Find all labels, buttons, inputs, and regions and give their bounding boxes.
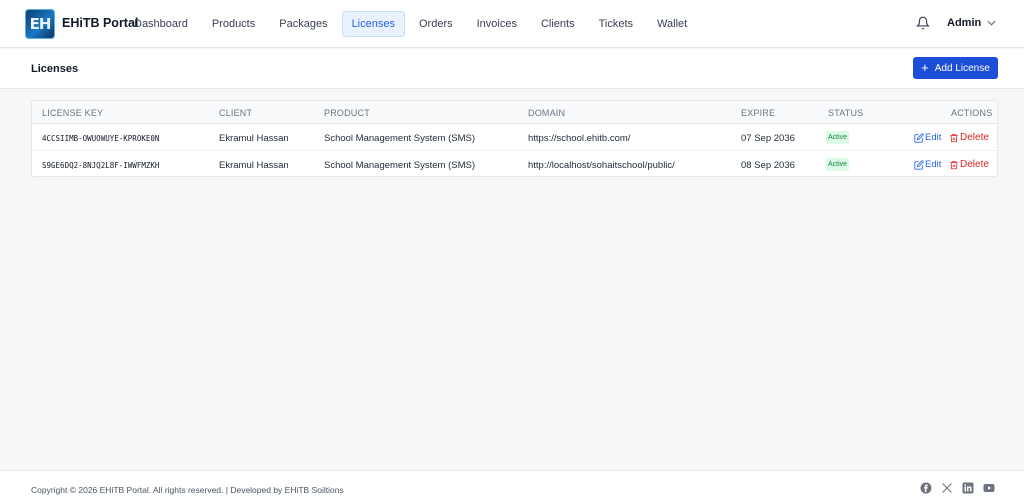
nav-orders[interactable]: Orders: [409, 11, 463, 37]
youtube-icon[interactable]: [983, 482, 995, 494]
edit-icon: [914, 159, 924, 170]
edit-label: Edit: [925, 159, 942, 170]
nav-dashboard[interactable]: Dashboard: [124, 11, 198, 37]
social-links: [920, 482, 1004, 494]
license-key-cell: S9GE6DQ2-8NJQ2L8F-IWWFMZKH: [42, 161, 160, 170]
col-product: PRODUCT: [324, 108, 370, 118]
plus-icon: +: [921, 60, 929, 75]
x-twitter-icon[interactable]: [941, 482, 953, 494]
delete-label: Delete: [960, 159, 989, 170]
top-navbar: EH EHiTB Portal Dashboard Products Packa…: [0, 0, 1024, 48]
page-title: Licenses: [31, 63, 79, 75]
nav-wallet[interactable]: Wallet: [647, 11, 697, 37]
col-status: STATUS: [828, 108, 864, 118]
edit-button[interactable]: Edit: [914, 132, 941, 143]
add-license-label: Add License: [934, 62, 990, 74]
main-nav: Dashboard Products Packages Licenses Ord…: [124, 11, 701, 37]
col-license-key: LICENSE KEY: [42, 108, 104, 118]
table-row: S9GE6DQ2-8NJQ2L8F-IWWFMZKH Ekramul Hassa…: [32, 151, 997, 176]
col-expire: EXPIRE: [741, 108, 776, 118]
col-domain: DOMAIN: [528, 108, 566, 118]
nav-products[interactable]: Products: [202, 11, 265, 37]
trash-icon: [950, 160, 958, 169]
chevron-down-icon: [987, 20, 996, 26]
user-name: Admin: [947, 17, 982, 29]
col-client: CLIENT: [219, 108, 253, 118]
edit-label: Edit: [925, 132, 942, 143]
user-menu[interactable]: Admin: [947, 17, 996, 29]
brand-logo[interactable]: EH: [25, 9, 55, 39]
client-cell: Ekramul Hassan: [219, 133, 289, 144]
expire-cell: 08 Sep 2036: [741, 160, 795, 171]
bell-icon[interactable]: [916, 15, 930, 31]
delete-button[interactable]: Delete: [949, 132, 989, 143]
col-actions: ACTIONS: [951, 108, 993, 118]
nav-packages[interactable]: Packages: [269, 11, 337, 37]
page-header: Licenses + Add License: [0, 49, 1024, 89]
product-cell: School Management System (SMS): [324, 133, 476, 144]
facebook-icon[interactable]: [920, 482, 932, 494]
status-badge: Active: [826, 131, 850, 144]
delete-label: Delete: [960, 132, 989, 143]
product-cell: School Management System (SMS): [324, 160, 476, 171]
license-key-cell: 4CCSIIMB-OWUOWUYE-KPROKE0N: [42, 134, 160, 143]
nav-tickets[interactable]: Tickets: [589, 11, 643, 37]
expire-cell: 07 Sep 2036: [741, 133, 795, 144]
footer: Copyright © 2026 EHiTB Portal. All right…: [0, 470, 1024, 503]
nav-clients[interactable]: Clients: [531, 11, 585, 37]
copyright-text: Copyright © 2026 EHiTB Portal. All right…: [31, 485, 344, 495]
add-license-button[interactable]: + Add License: [913, 57, 998, 79]
status-badge: Active: [826, 158, 850, 171]
domain-cell: http://localhost/sohaitschool/public/: [528, 160, 675, 171]
delete-button[interactable]: Delete: [949, 159, 989, 170]
nav-invoices[interactable]: Invoices: [467, 11, 527, 37]
licenses-table: LICENSE KEY CLIENT PRODUCT DOMAIN EXPIRE…: [31, 100, 998, 177]
client-cell: Ekramul Hassan: [219, 160, 289, 171]
trash-icon: [950, 133, 958, 142]
table-header: LICENSE KEY CLIENT PRODUCT DOMAIN EXPIRE…: [32, 101, 997, 124]
linkedin-icon[interactable]: [962, 482, 974, 494]
domain-cell: https://school.ehitb.com/: [528, 133, 631, 144]
edit-icon: [914, 132, 924, 143]
table-row: 4CCSIIMB-OWUOWUYE-KPROKE0N Ekramul Hassa…: [32, 124, 997, 151]
nav-licenses[interactable]: Licenses: [341, 11, 405, 37]
edit-button[interactable]: Edit: [914, 159, 941, 170]
